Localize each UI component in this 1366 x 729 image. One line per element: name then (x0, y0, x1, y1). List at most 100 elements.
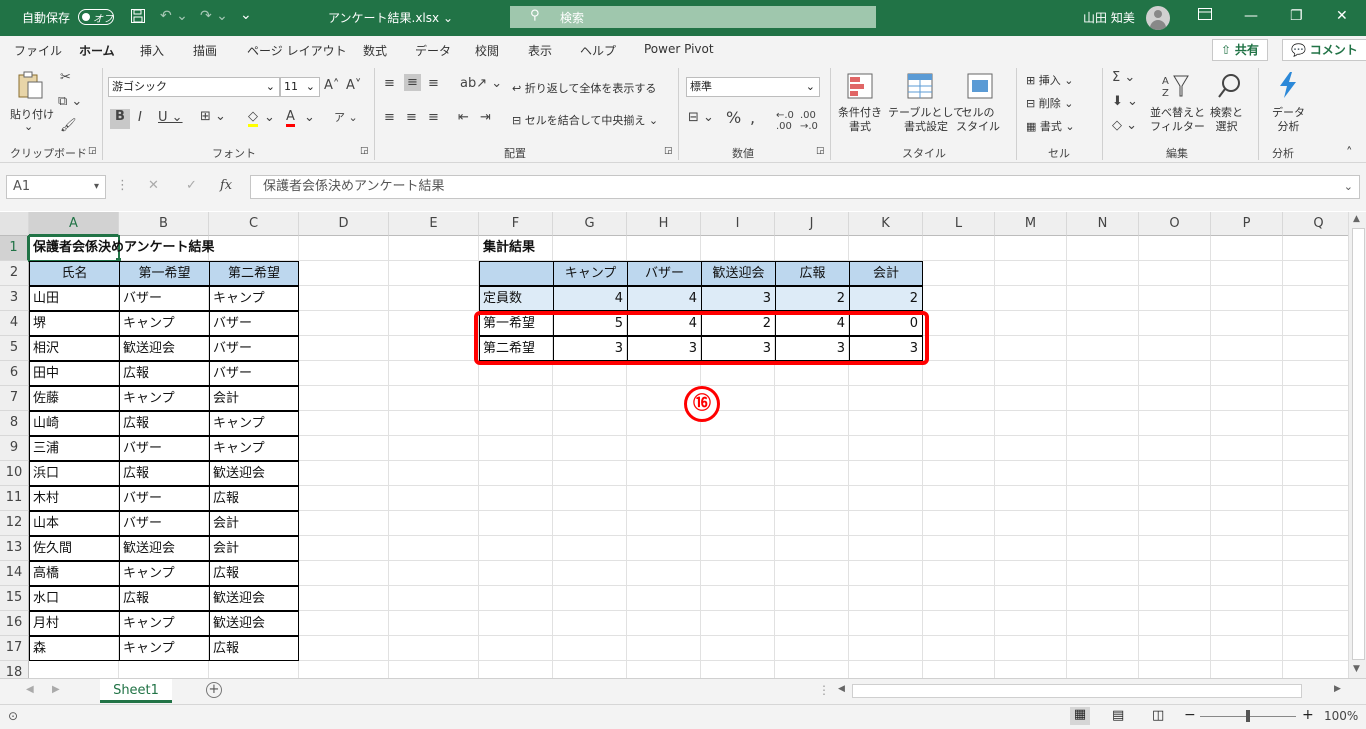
summary-header-cell[interactable]: 歓送迎会 (701, 261, 776, 286)
avatar[interactable] (1146, 6, 1170, 30)
tab-formulas[interactable]: 数式 (363, 42, 387, 59)
row-header[interactable]: 10 (0, 461, 29, 486)
font-size-select[interactable]: 11 ⌄ (280, 77, 320, 97)
underline-icon[interactable]: U ⌄ (158, 110, 183, 125)
analyze-data-button[interactable]: データ 分析 (1272, 106, 1305, 134)
column-header[interactable]: O (1139, 212, 1211, 236)
sort-filter-button[interactable]: 並べ替えと フィルター (1150, 106, 1205, 134)
fill-icon[interactable]: ⬇ ⌄ (1112, 94, 1138, 109)
tab-draw[interactable]: 描画 (193, 42, 217, 59)
cancel-icon[interactable]: ✕ (148, 178, 159, 193)
row-header[interactable]: 7 (0, 386, 29, 411)
column-header[interactable]: H (627, 212, 701, 236)
tab-home[interactable]: ホーム (79, 42, 115, 65)
row-header[interactable]: 18 (0, 661, 29, 678)
first-choice-cell[interactable]: バザー (119, 511, 210, 536)
alignment-launcher-icon[interactable]: ◲ (664, 146, 673, 156)
first-choice-cell[interactable]: バザー (119, 286, 210, 311)
macro-record-icon[interactable]: ⊙ (8, 709, 18, 723)
close-icon[interactable]: ✕ (1336, 8, 1348, 24)
row-header[interactable]: 3 (0, 286, 29, 311)
column-header[interactable]: L (923, 212, 995, 236)
column-header[interactable]: C (209, 212, 299, 236)
collapse-ribbon-icon[interactable]: ˄ (1346, 146, 1353, 161)
clear-icon[interactable]: ◇ ⌄ (1112, 118, 1137, 133)
copy-icon[interactable]: ⧉ ⌄ (58, 94, 82, 109)
italic-icon[interactable]: I (138, 110, 142, 125)
second-choice-cell[interactable]: キャンプ (209, 286, 299, 311)
column-header[interactable]: J (775, 212, 849, 236)
bold-icon[interactable]: B (110, 109, 130, 129)
formula-input[interactable]: 保護者会係決めアンケート結果 ⌄ (250, 175, 1360, 199)
zoom-in-icon[interactable]: + (1302, 707, 1314, 723)
sheet-tab[interactable]: Sheet1 (100, 679, 172, 703)
row-header[interactable]: 8 (0, 411, 29, 436)
second-choice-cell[interactable]: 広報 (209, 486, 299, 511)
respondent-name-cell[interactable]: 水口 (29, 586, 120, 611)
summary-title[interactable]: 集計結果 (480, 236, 535, 261)
first-choice-cell[interactable]: 歓送迎会 (119, 336, 210, 361)
align-center-icon[interactable]: ≡ (406, 110, 417, 125)
column-header[interactable]: K (849, 212, 923, 236)
second-choice-cell[interactable]: 広報 (209, 636, 299, 661)
cell-styles-icon[interactable] (966, 72, 994, 100)
percent-icon[interactable]: % (726, 108, 741, 127)
column-header[interactable]: P (1211, 212, 1283, 236)
first-choice-cell[interactable]: 広報 (119, 361, 210, 386)
first-choice-cell[interactable]: キャンプ (119, 311, 210, 336)
row-header[interactable]: 11 (0, 486, 29, 511)
paste-icon[interactable] (16, 70, 44, 99)
first-choice-cell[interactable]: バザー (119, 436, 210, 461)
first-choice-cell[interactable]: 広報 (119, 411, 210, 436)
summary-value-cell[interactable]: 4 (553, 286, 628, 311)
respondent-name-cell[interactable]: 浜口 (29, 461, 120, 486)
row-header[interactable]: 15 (0, 586, 29, 611)
vertical-scrollbar[interactable]: ▲ ▼ (1348, 212, 1366, 678)
merge-center-button[interactable]: ⊟ セルを結合して中央揃え ⌄ (512, 112, 658, 128)
align-bottom-icon[interactable]: ≡ (428, 76, 439, 91)
sort-filter-icon[interactable]: AZ (1160, 72, 1189, 100)
align-middle-icon[interactable]: ≡ (404, 74, 421, 91)
summary-header-cell[interactable]: バザー (627, 261, 702, 286)
row-header[interactable]: 6 (0, 361, 29, 386)
sheet-title[interactable]: 保護者会係決めアンケート結果 (30, 236, 214, 261)
conditional-format-button[interactable]: 条件付き 書式 (838, 106, 882, 134)
first-choice-cell[interactable]: キャンプ (119, 561, 210, 586)
conditional-format-icon[interactable] (846, 72, 874, 100)
column-header[interactable]: B (119, 212, 209, 236)
second-choice-cell[interactable]: キャンプ (209, 436, 299, 461)
second-choice-cell[interactable]: 歓送迎会 (209, 611, 299, 636)
add-sheet-icon[interactable]: + (206, 682, 222, 698)
row-header[interactable]: 1 (0, 236, 29, 261)
format-as-table-button[interactable]: テーブルとして 書式設定 (888, 106, 964, 134)
scroll-down-icon[interactable]: ▼ (1353, 664, 1360, 674)
row-header[interactable]: 14 (0, 561, 29, 586)
number-format-select[interactable]: 標準 ⌄ (686, 77, 820, 97)
row-header[interactable]: 9 (0, 436, 29, 461)
vertical-scroll-thumb[interactable] (1352, 228, 1365, 660)
column-header[interactable]: E (389, 212, 479, 236)
page-layout-view-icon[interactable]: ▤ (1112, 708, 1124, 723)
increase-decimal-icon[interactable]: ←.0.00 (776, 110, 794, 132)
analyze-data-icon[interactable] (1274, 70, 1302, 98)
first-choice-cell[interactable]: 広報 (119, 586, 210, 611)
search-box[interactable]: ⚲ 検索 (510, 6, 876, 28)
tab-page-layout[interactable]: ページ レイアウト (247, 42, 347, 59)
scroll-left-icon[interactable]: ◀ (838, 684, 845, 694)
summary-value-cell[interactable]: 3 (701, 286, 776, 311)
borders-icon[interactable]: ⊞ ⌄ (200, 109, 226, 124)
summary-header-cell[interactable]: キャンプ (553, 261, 628, 286)
summary-value-cell[interactable]: 4 (627, 286, 702, 311)
respondent-name-cell[interactable]: 高橋 (29, 561, 120, 586)
insert-cells-button[interactable]: ⊞ 挿入 ⌄ (1026, 72, 1073, 88)
row-header[interactable]: 4 (0, 311, 29, 336)
share-button[interactable]: ⇧ 共有 (1212, 39, 1268, 61)
delete-cells-button[interactable]: ⊟ 削除 ⌄ (1026, 95, 1073, 111)
second-choice-cell[interactable]: 歓送迎会 (209, 586, 299, 611)
ribbon-display-options-icon[interactable] (1198, 8, 1212, 24)
first-choice-cell[interactable]: 広報 (119, 461, 210, 486)
name-box[interactable]: A1 ▾ (6, 175, 106, 199)
column-header[interactable]: N (1067, 212, 1139, 236)
tab-view[interactable]: 表示 (528, 42, 552, 59)
table-header-cell[interactable]: 第一希望 (119, 261, 210, 286)
